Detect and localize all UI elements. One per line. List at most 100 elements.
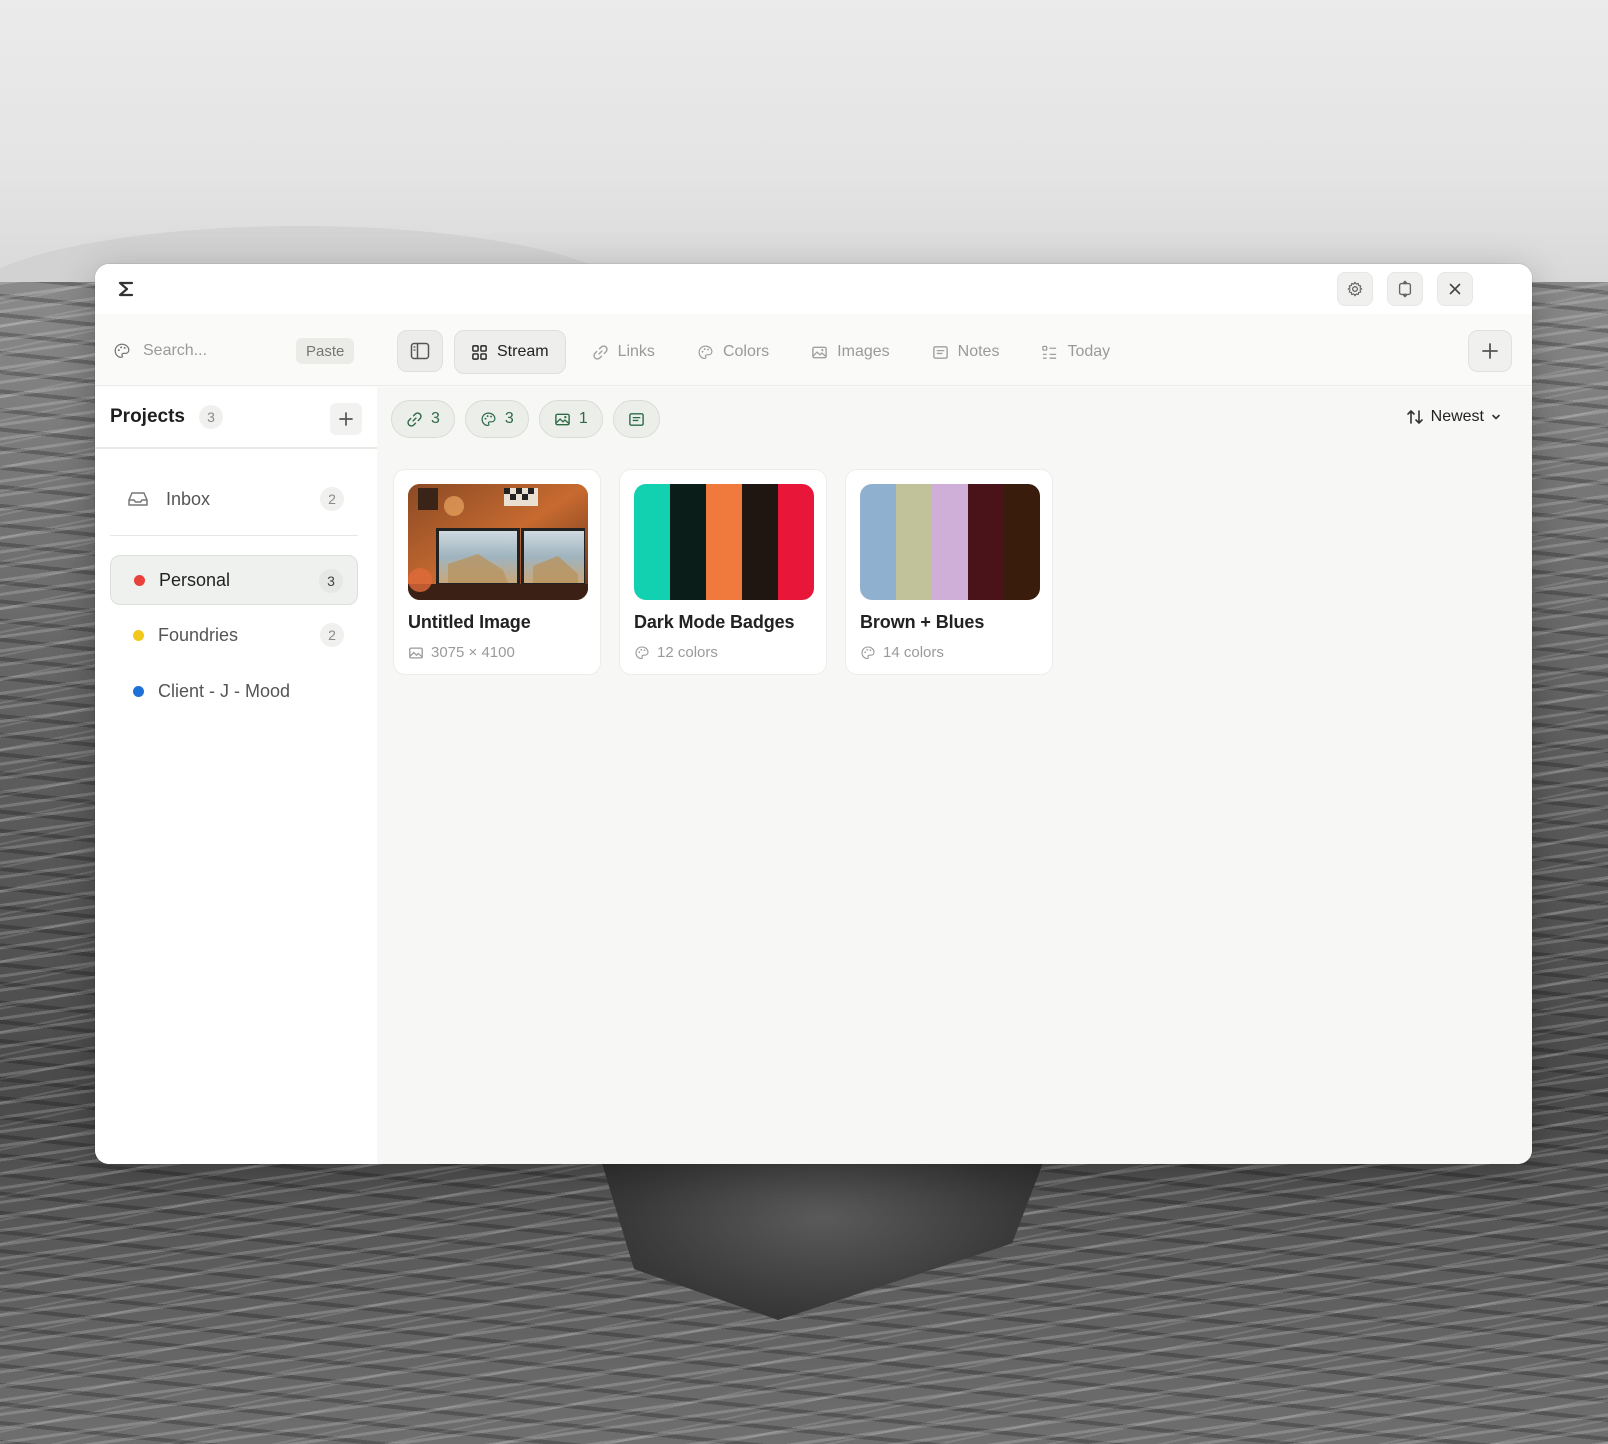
color-swatch — [670, 484, 706, 600]
sidebar-icon — [410, 342, 430, 360]
close-button[interactable] — [1437, 272, 1473, 306]
palette-icon — [635, 645, 649, 659]
inbox-icon — [128, 492, 148, 506]
color-swatch — [860, 484, 896, 600]
chip-count: 3 — [431, 410, 440, 427]
inbox-count-badge: 2 — [320, 487, 344, 511]
filter-chips: 3 3 1 — [391, 400, 660, 438]
yellow-dot-icon — [133, 629, 144, 641]
projects-header: Projects 3 — [95, 387, 377, 449]
stream-cards: Untitled Image 3075 × 4100 Dark Mode Bad… — [393, 469, 1053, 675]
color-swatch — [634, 484, 670, 600]
color-swatch — [932, 484, 968, 600]
card-untitled-image[interactable]: Untitled Image 3075 × 4100 — [393, 469, 601, 675]
card-meta-text: 3075 × 4100 — [431, 644, 515, 661]
tab-stream[interactable]: Stream — [454, 330, 566, 374]
color-swatch — [778, 484, 814, 600]
toolbar: Paste Stream L — [95, 314, 1532, 386]
settings-button[interactable] — [1337, 272, 1373, 306]
sort-dropdown[interactable]: Newest — [1405, 407, 1502, 427]
image-thumbnail — [408, 484, 588, 600]
chip-count: 1 — [578, 410, 588, 427]
plus-icon — [1482, 343, 1498, 359]
add-project-button[interactable] — [330, 403, 362, 435]
card-title: Brown + Blues — [860, 612, 985, 632]
tab-images[interactable]: Images — [795, 330, 905, 374]
card-meta: 3075 × 4100 — [408, 644, 515, 661]
color-swatch — [1004, 484, 1040, 600]
card-title: Dark Mode Badges — [634, 612, 795, 632]
card-meta: 14 colors — [860, 644, 944, 661]
tab-label: Notes — [957, 343, 1000, 360]
expand-button[interactable] — [1387, 272, 1423, 306]
sidebar-item-label: Foundries — [158, 624, 239, 645]
sort-icon — [1406, 410, 1423, 424]
palette-icon — [114, 343, 130, 358]
palette-icon — [861, 645, 875, 659]
palette-icon — [481, 412, 496, 426]
tab-colors[interactable]: Colors — [681, 330, 785, 374]
sidebar-item-label: Personal — [159, 569, 231, 590]
filter-links-chip[interactable]: 3 — [391, 400, 455, 438]
tab-today[interactable]: Today — [1025, 330, 1126, 374]
card-title: Untitled Image — [408, 612, 531, 632]
palette-icon — [698, 345, 713, 359]
paste-button[interactable]: Paste — [296, 338, 355, 364]
projects-count-badge: 3 — [198, 405, 223, 429]
sidebar-item-label: Inbox — [166, 488, 211, 509]
filter-images-chip[interactable]: 1 — [538, 400, 603, 438]
sidebar-item-personal[interactable]: Personal 3 — [110, 555, 358, 605]
projects-title: Projects — [110, 406, 185, 427]
sidebar-item-label: Client - J - Mood — [158, 680, 291, 701]
note-icon — [628, 412, 644, 426]
filter-notes-chip[interactable] — [612, 400, 660, 438]
color-swatches — [634, 484, 814, 600]
note-icon — [932, 345, 948, 359]
tab-label: Today — [1067, 343, 1111, 360]
app-logo-icon — [118, 281, 134, 297]
tab-label: Colors — [722, 343, 770, 360]
blue-dot-icon — [133, 685, 144, 697]
card-dark-mode-badges[interactable]: Dark Mode Badges 12 colors — [619, 469, 827, 675]
view-tabs: Stream Links Colors Images Notes Today — [454, 330, 1126, 374]
sidebar-item-inbox[interactable]: Inbox 2 — [110, 474, 358, 524]
image-icon — [812, 346, 827, 358]
expand-icon — [1398, 280, 1412, 298]
close-icon — [1449, 283, 1461, 295]
add-item-button[interactable] — [1468, 330, 1512, 372]
tab-label: Stream — [497, 343, 549, 360]
chip-count: 3 — [504, 410, 514, 427]
sort-label: Newest — [1430, 408, 1484, 425]
main-content: 3 3 1 Newest Untitled Image 3075 × 4100 … — [377, 387, 1532, 1164]
personal-count-badge: 3 — [319, 569, 343, 593]
tab-notes[interactable]: Notes — [916, 330, 1016, 374]
red-dot-icon — [134, 574, 145, 586]
color-swatch — [896, 484, 932, 600]
search-input[interactable] — [143, 342, 283, 360]
card-meta-text: 14 colors — [883, 644, 944, 661]
app-window: Paste Stream L — [95, 264, 1532, 1164]
plus-icon — [339, 412, 353, 426]
sidebar-divider — [110, 535, 358, 536]
sidebar: Projects 3 Inbox 2 Personal 3 Foundries … — [95, 387, 377, 1164]
title-bar — [95, 264, 1532, 314]
link-icon — [592, 344, 608, 360]
tab-label: Links — [617, 343, 655, 360]
image-icon — [409, 646, 423, 659]
filter-colors-chip[interactable]: 3 — [464, 400, 529, 438]
card-brown-blues[interactable]: Brown + Blues 14 colors — [845, 469, 1053, 675]
tab-label: Images — [837, 343, 890, 360]
foundries-count-badge: 2 — [320, 623, 344, 647]
sidebar-toggle-button[interactable] — [397, 330, 443, 372]
list-icon — [1042, 345, 1057, 359]
link-icon — [407, 411, 422, 427]
gear-icon — [1347, 281, 1363, 297]
color-swatch — [742, 484, 778, 600]
image-icon — [554, 413, 570, 425]
desk-setup-photo — [408, 484, 588, 600]
sidebar-item-foundries[interactable]: Foundries 2 — [110, 610, 358, 660]
tab-links[interactable]: Links — [576, 330, 671, 374]
card-meta: 12 colors — [634, 644, 718, 661]
sidebar-item-client-j-mood[interactable]: Client - J - Mood — [110, 666, 358, 716]
chevron-down-icon — [1492, 414, 1500, 420]
